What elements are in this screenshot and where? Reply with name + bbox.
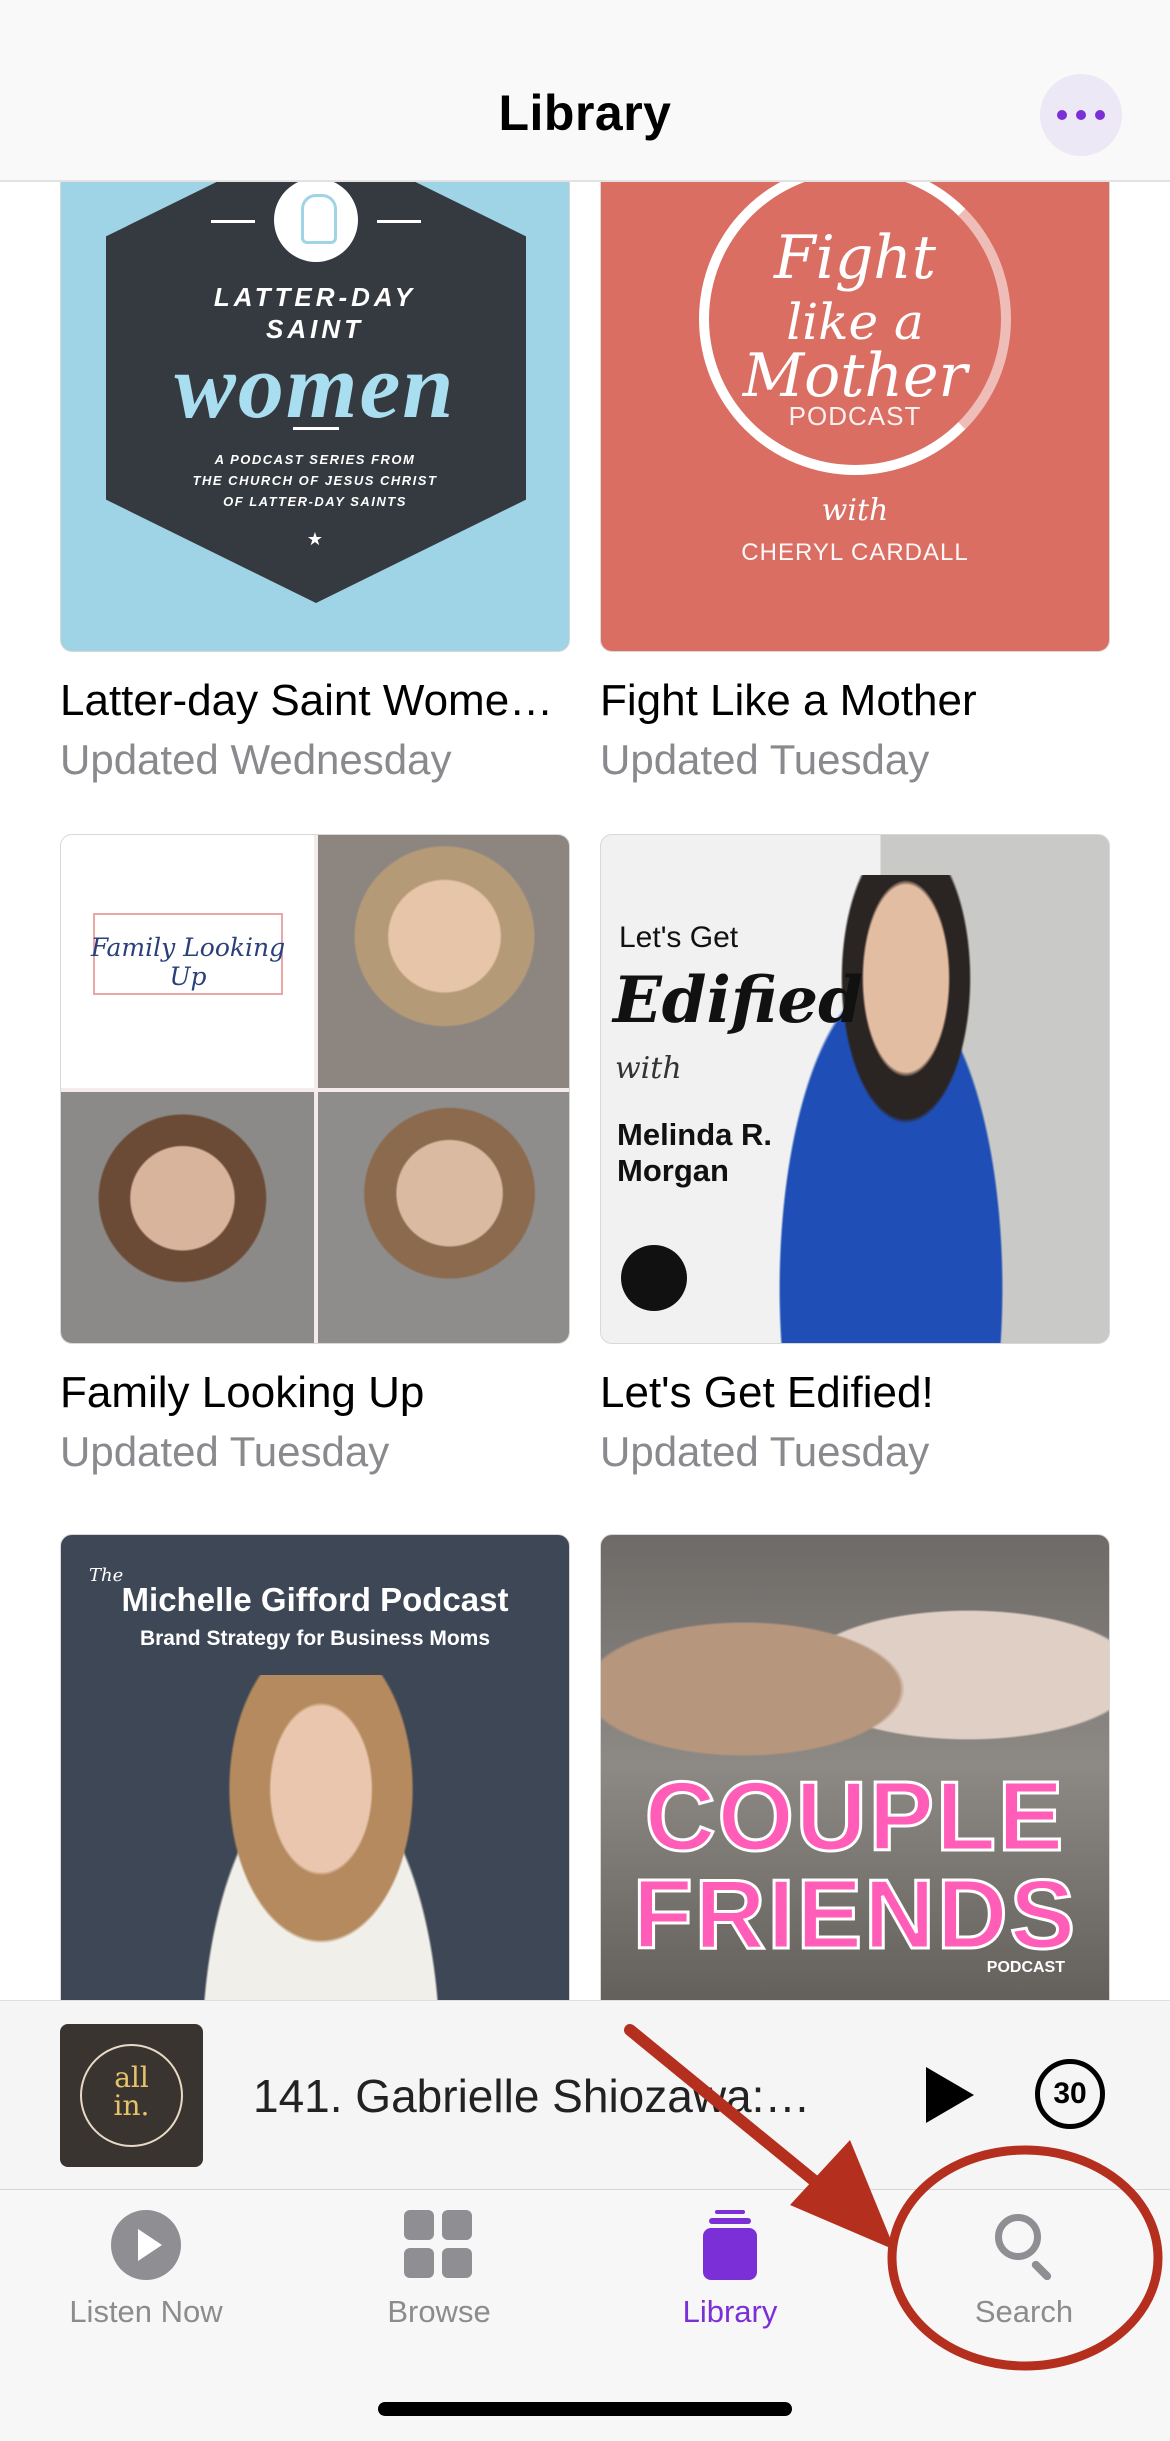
show-updated: Updated Tuesday bbox=[60, 1428, 390, 1475]
show-tile[interactable]: Family Looking Up Family Looking Up Upda… bbox=[60, 834, 570, 1476]
grid-icon bbox=[404, 2210, 474, 2280]
show-title[interactable]: Fight Like a Mother bbox=[600, 676, 1110, 726]
show-artwork[interactable]: Family Looking Up bbox=[60, 834, 570, 1344]
mini-player[interactable]: all in. 141. Gabrielle Shiozawa:… 30 bbox=[0, 2000, 1170, 2190]
tab-listen-now[interactable]: Listen Now bbox=[16, 2210, 276, 2330]
show-title[interactable]: Latter-day Saint Wome… bbox=[60, 676, 570, 726]
star-icon: ★ bbox=[306, 529, 324, 549]
library-icon bbox=[695, 2210, 765, 2280]
ellipsis-icon bbox=[1057, 110, 1067, 120]
page-title: Library bbox=[498, 85, 672, 141]
show-tile[interactable]: Let's Get Edified with Melinda R. Morgan … bbox=[600, 834, 1110, 1476]
person-icon bbox=[274, 182, 358, 262]
now-playing-title[interactable]: 141. Gabrielle Shiozawa:… bbox=[253, 2069, 843, 2123]
logo-badge bbox=[621, 1245, 687, 1311]
show-updated: Updated Tuesday bbox=[600, 736, 930, 783]
show-artwork[interactable]: LATTER-DAY SAINT women A PODCAST SERIES F… bbox=[60, 182, 570, 652]
play-icon[interactable] bbox=[920, 2063, 980, 2129]
tab-browse[interactable]: Browse bbox=[309, 2210, 569, 2330]
tab-library[interactable]: Library bbox=[600, 2210, 860, 2330]
show-tile[interactable]: LATTER-DAY SAINT women A PODCAST SERIES F… bbox=[60, 182, 570, 784]
show-updated: Updated Tuesday bbox=[600, 1428, 930, 1475]
show-artwork[interactable]: The Michelle Gifford Podcast Brand Strat… bbox=[60, 1534, 570, 2000]
show-tile[interactable]: The Michelle Gifford Podcast Brand Strat… bbox=[60, 1534, 570, 2000]
nav-header: Library bbox=[0, 0, 1170, 182]
library-grid: LATTER-DAY SAINT women A PODCAST SERIES F… bbox=[0, 182, 1170, 2000]
show-artwork[interactable]: Fight like a Mother PODCAST with CHERYL … bbox=[600, 182, 1110, 652]
show-artwork[interactable]: COUPLE FRIENDS PODCAST bbox=[600, 1534, 1110, 2000]
play-circle-icon bbox=[111, 2210, 181, 2280]
now-playing-artwork[interactable]: all in. bbox=[60, 2024, 203, 2167]
tab-search[interactable]: Search bbox=[894, 2210, 1154, 2330]
home-indicator bbox=[378, 2402, 792, 2416]
search-icon bbox=[989, 2210, 1059, 2282]
show-tile[interactable]: Fight like a Mother PODCAST with CHERYL … bbox=[600, 182, 1110, 784]
more-options-button[interactable] bbox=[1040, 74, 1122, 156]
show-artwork[interactable]: Let's Get Edified with Melinda R. Morgan bbox=[600, 834, 1110, 1344]
show-title[interactable]: Family Looking Up bbox=[60, 1368, 570, 1418]
show-title[interactable]: Let's Get Edified! bbox=[600, 1368, 1110, 1418]
skip-forward-30-icon[interactable]: 30 bbox=[1035, 2059, 1105, 2129]
show-tile[interactable]: COUPLE FRIENDS PODCAST bbox=[600, 1534, 1110, 2000]
show-updated: Updated Wednesday bbox=[60, 736, 452, 783]
